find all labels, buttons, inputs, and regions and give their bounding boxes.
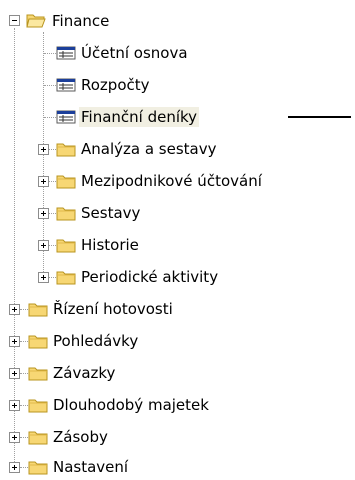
tree-item-label: Finance	[52, 12, 110, 30]
tree-item-rizeni-hotovosti[interactable]: Řízení hotovosti	[0, 296, 300, 322]
folder-icon	[56, 271, 76, 285]
expand-toggle[interactable]	[9, 336, 20, 347]
expand-toggle[interactable]	[9, 400, 20, 411]
expand-toggle[interactable]	[38, 176, 49, 187]
navigation-tree: Finance Účetní osnova Rozpočty Finanční …	[0, 0, 355, 480]
tree-item-nastaveni[interactable]: Nastavení	[0, 454, 300, 480]
expand-toggle[interactable]	[38, 208, 49, 219]
folder-icon	[28, 335, 48, 349]
tree-connector	[49, 245, 56, 246]
tree-item-rozpocty[interactable]: Rozpočty	[0, 72, 300, 98]
tree-item-label: Účetní osnova	[81, 44, 188, 62]
expand-toggle[interactable]	[9, 432, 20, 443]
expand-toggle[interactable]	[9, 304, 20, 315]
tree-item-label: Analýza a sestavy	[81, 140, 217, 158]
tree-item-sestavy[interactable]: Sestavy	[0, 200, 300, 226]
folder-icon	[28, 367, 48, 381]
table-icon	[56, 46, 76, 60]
tree-connector	[44, 85, 56, 86]
tree-item-label: Rozpočty	[81, 76, 150, 94]
tree-connector	[20, 437, 28, 438]
tree-connector	[49, 181, 56, 182]
tree-connector	[49, 277, 56, 278]
tree-item-label: Pohledávky	[53, 332, 139, 350]
table-icon	[56, 110, 76, 124]
tree-connector	[49, 149, 56, 150]
tree-item-label: Periodické aktivity	[81, 268, 219, 286]
tree-item-financni-deniky[interactable]: Finanční deníky	[0, 104, 300, 130]
expand-toggle[interactable]	[38, 272, 49, 283]
tree-connector	[20, 405, 28, 406]
tree-item-label: Řízení hotovosti	[53, 300, 173, 318]
collapse-toggle[interactable]	[9, 15, 20, 26]
tree-item-label: Závazky	[53, 364, 116, 382]
expand-toggle[interactable]	[9, 368, 20, 379]
tree-item-zasoby[interactable]: Zásoby	[0, 424, 300, 450]
folder-icon	[56, 143, 76, 157]
tree-item-label: Zásoby	[53, 428, 108, 446]
tree-item-mezipodnikove-uctovani[interactable]: Mezipodnikové účtování	[0, 168, 355, 194]
tree-item-pohledavky[interactable]: Pohledávky	[0, 328, 300, 354]
tree-connector	[44, 117, 56, 118]
expand-toggle[interactable]	[38, 240, 49, 251]
tree-item-historie[interactable]: Historie	[0, 232, 300, 258]
tree-item-label: Dlouhodobý majetek	[53, 396, 209, 414]
folder-icon	[56, 175, 76, 189]
tree-connector	[49, 213, 56, 214]
tree-item-finance[interactable]: Finance	[0, 8, 250, 34]
expand-toggle[interactable]	[9, 462, 20, 473]
tree-connector	[20, 341, 28, 342]
folder-icon	[56, 207, 76, 221]
tree-item-label: Mezipodnikové účtování	[81, 172, 262, 190]
folder-icon	[56, 239, 76, 253]
folder-open-icon	[26, 14, 46, 28]
tree-connector	[20, 373, 28, 374]
tree-item-analyza-a-sestavy[interactable]: Analýza a sestavy	[0, 136, 300, 162]
tree-connector	[44, 53, 56, 54]
tree-item-ucetni-osnova[interactable]: Účetní osnova	[0, 40, 300, 66]
table-icon	[56, 78, 76, 92]
tree-item-label: Sestavy	[81, 204, 141, 222]
tree-connector	[20, 467, 28, 468]
callout-pointer-line	[288, 116, 351, 118]
tree-connector	[20, 309, 28, 310]
expand-toggle[interactable]	[38, 144, 49, 155]
tree-item-label: Nastavení	[53, 458, 129, 476]
folder-icon	[28, 399, 48, 413]
tree-item-dlouhodoby-majetek[interactable]: Dlouhodobý majetek	[0, 392, 300, 418]
folder-icon	[28, 431, 48, 445]
tree-item-periodicke-aktivity[interactable]: Periodické aktivity	[0, 264, 330, 290]
tree-item-zavazky[interactable]: Závazky	[0, 360, 300, 386]
tree-item-label: Historie	[81, 236, 139, 254]
folder-icon	[28, 303, 48, 317]
folder-icon	[28, 461, 48, 475]
tree-item-label-selected: Finanční deníky	[79, 107, 200, 127]
